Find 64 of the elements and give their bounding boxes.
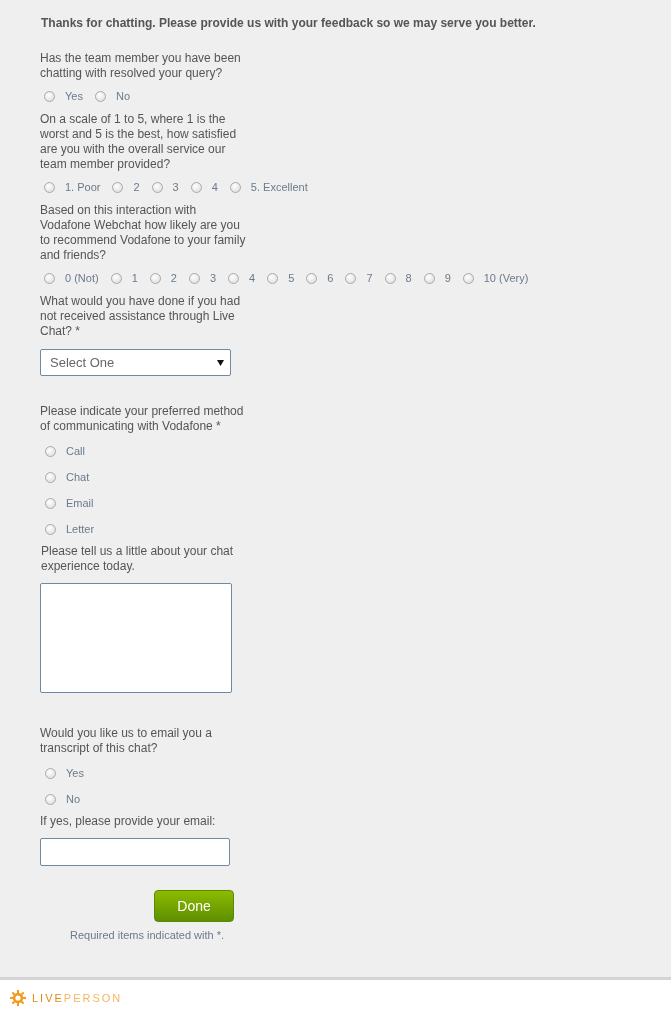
radio-button[interactable] <box>112 181 124 193</box>
caret-icon <box>217 359 224 366</box>
feedback-heading: Thanks for chatting. Please provide us with your feedback so we may serve you better. <box>41 16 537 30</box>
radio-button[interactable] <box>151 181 163 193</box>
radio-button[interactable] <box>45 471 56 483</box>
option-label: No <box>115 90 130 102</box>
radio-button[interactable] <box>110 272 122 284</box>
question-text: Please tell us a little about your chat experience today. <box>41 544 235 574</box>
option-label: 8 <box>405 272 412 284</box>
radio-button[interactable] <box>267 272 279 284</box>
email-field[interactable] <box>40 838 230 866</box>
radio-button[interactable] <box>45 767 56 779</box>
option-label: 4 <box>249 272 256 284</box>
radio-button[interactable] <box>228 272 239 284</box>
sun-logo-icon <box>10 989 26 1006</box>
option-label: 5 <box>288 272 295 284</box>
option-label: 4 <box>211 181 218 193</box>
option-label: 10 (Very) <box>483 272 529 284</box>
radio-button[interactable] <box>462 272 474 284</box>
question-text: Would you like us to email you a transcript of this chat? <box>40 726 213 756</box>
option-label: Call <box>66 445 85 457</box>
required-note: Required items indicated with *. <box>70 929 226 941</box>
option-label: Yes <box>66 767 84 779</box>
option-label: 9 <box>444 272 451 284</box>
radio-button[interactable] <box>45 523 56 535</box>
radio-button[interactable] <box>229 181 241 193</box>
radio-button[interactable] <box>149 272 161 284</box>
radio-button[interactable] <box>345 272 357 284</box>
option-label: 2 <box>170 272 177 284</box>
radio-button[interactable] <box>306 272 318 284</box>
radio-button[interactable] <box>45 793 56 805</box>
option-label: Letter <box>66 523 95 535</box>
option-label: 7 <box>366 272 373 284</box>
option-label: 6 <box>327 272 334 284</box>
option-label: 3 <box>209 272 216 284</box>
radio-button[interactable] <box>384 272 396 284</box>
question-text: Based on this interaction with Vodafone Webchat how likely are you to recommend Vodafone to your family and friends? <box>40 203 247 263</box>
radio-button[interactable] <box>423 272 435 284</box>
option-label: Yes <box>65 90 83 102</box>
radio-button[interactable] <box>45 497 56 509</box>
radio-button[interactable] <box>44 90 55 102</box>
radio-button[interactable] <box>190 181 202 193</box>
radio-button[interactable] <box>44 181 55 193</box>
liveperson-logo: LIVEPERSON <box>32 991 123 1004</box>
option-label: 5. Excellent <box>250 181 308 193</box>
question-text: Has the team member you have been chatting with resolved your query? <box>40 51 242 81</box>
question-text: On a scale of 1 to 5, where 1 is the worst and 5 is the best, how satisfied are you with the overall service our team member provided? <box>40 112 238 172</box>
question-text: If yes, please provide your email: <box>40 814 217 829</box>
radio-button[interactable] <box>45 445 56 457</box>
radio-button[interactable] <box>94 90 106 102</box>
dropdown[interactable]: Select One <box>40 349 231 376</box>
option-label: 1. Poor <box>65 181 101 193</box>
comment-box[interactable] <box>40 583 232 693</box>
option-label: 1 <box>131 272 138 284</box>
question-text: What would you have done if you had not received assistance through Live Chat? * <box>40 294 242 339</box>
option-label: No <box>66 793 81 805</box>
radio-button[interactable] <box>44 272 55 284</box>
option-label: Email <box>66 497 94 509</box>
option-label: Chat <box>66 471 90 483</box>
option-label: 2 <box>133 181 140 193</box>
question-text: Please indicate your preferred method of communicating with Vodafone * <box>40 404 245 434</box>
option-label: 0 (Not) <box>65 272 99 284</box>
radio-button[interactable] <box>188 272 200 284</box>
option-label: 3 <box>172 181 179 193</box>
